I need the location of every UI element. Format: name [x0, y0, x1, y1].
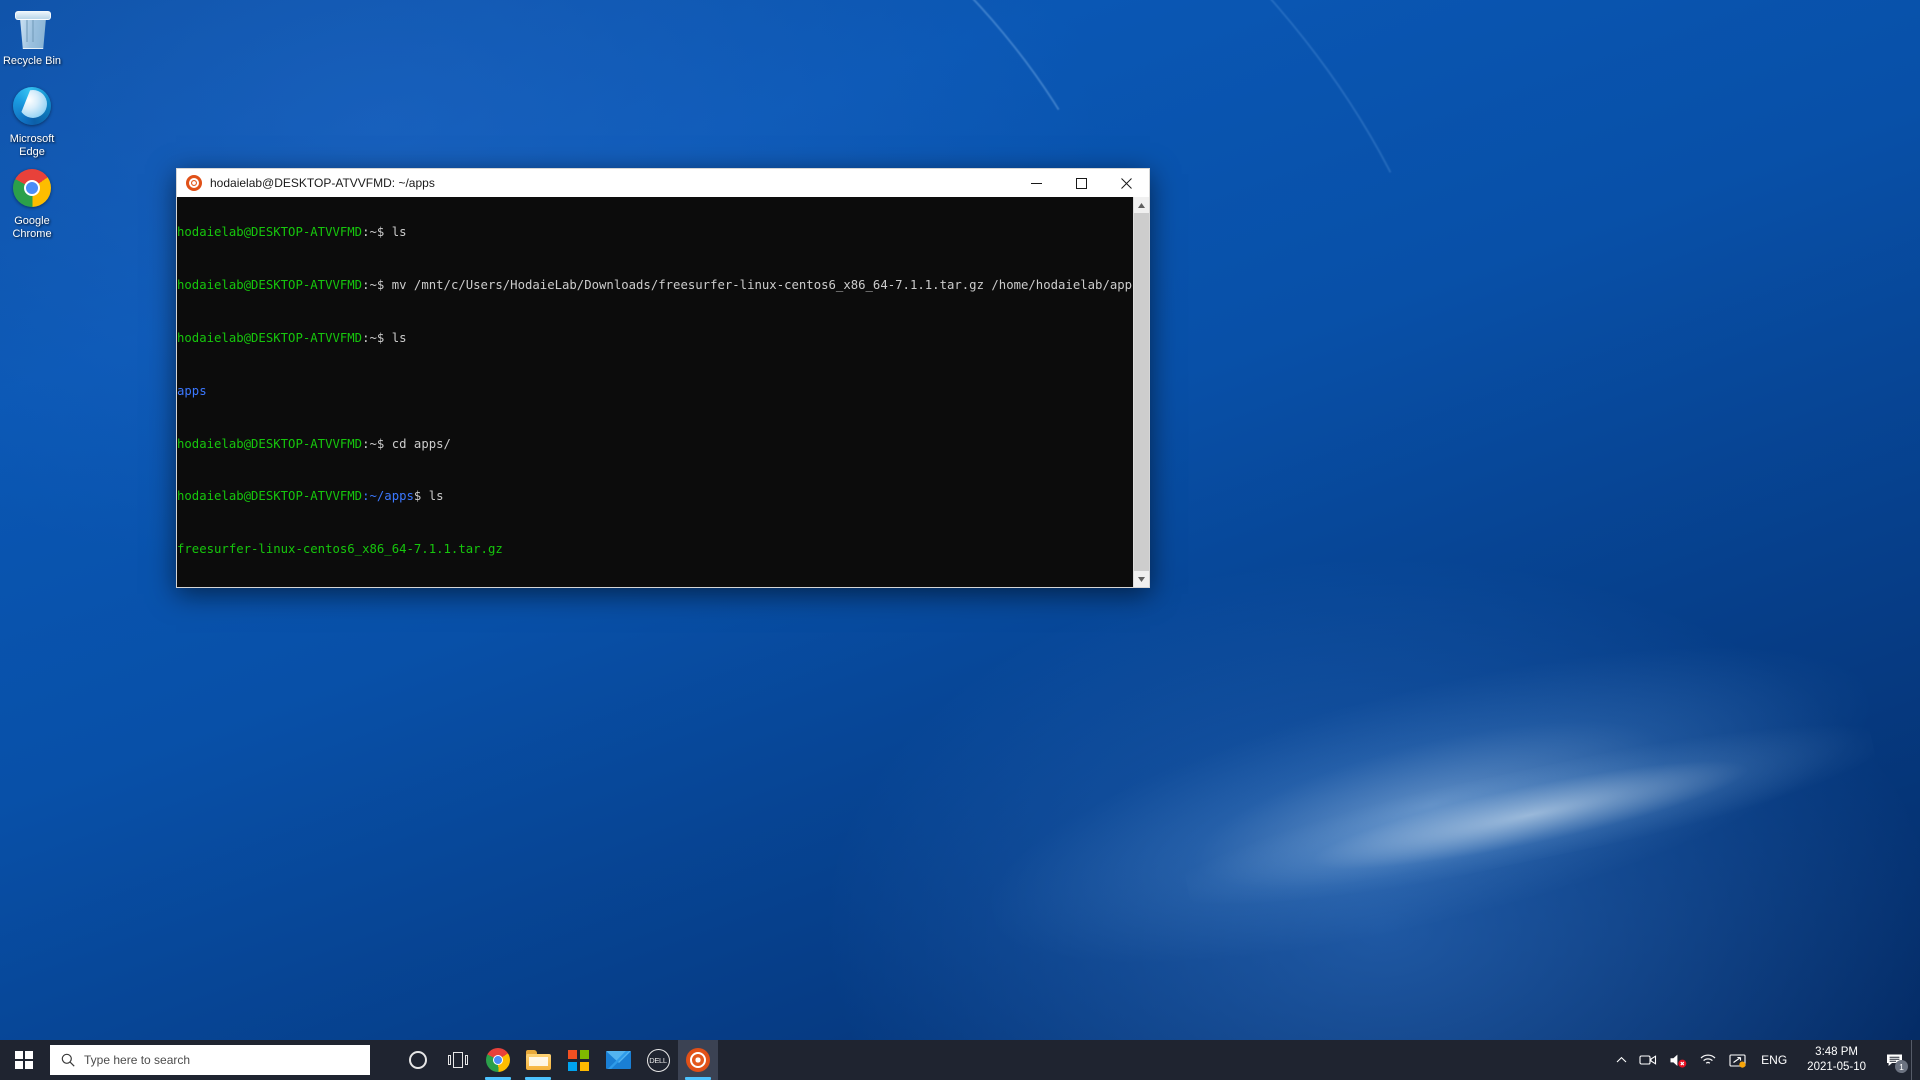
show-desktop-button[interactable]	[1911, 1040, 1920, 1080]
search-icon	[61, 1053, 75, 1067]
google-chrome-icon	[486, 1048, 510, 1072]
scrollbar-thumb[interactable]	[1134, 213, 1149, 571]
desktop-icon-label: Recycle Bin	[2, 55, 62, 67]
desktop-icon-microsoft-edge[interactable]: Microsoft Edge	[0, 84, 70, 159]
taskbar-apps: DELL	[398, 1040, 718, 1080]
scroll-down-button[interactable]	[1134, 571, 1149, 587]
taskbar-item-mail[interactable]	[598, 1040, 638, 1080]
terminal-prompt-sigil: $	[376, 436, 392, 451]
terminal-output-archive: freesurfer-linux-centos6_x86_64-7.1.1.ta…	[177, 542, 503, 557]
terminal-prompt-user: hodaielab@DESKTOP-ATVVFMD	[177, 225, 363, 240]
wifi-icon	[1700, 1054, 1716, 1064]
windows-logo-icon	[15, 1051, 33, 1069]
microsoft-edge-icon	[10, 84, 54, 128]
terminal-line: hodaielab@DESKTOP-ATVVFMD:~$ mv /mnt/c/U…	[177, 279, 1133, 292]
terminal-prompt-sigil: $	[376, 278, 392, 293]
terminal-body[interactable]: hodaielab@DESKTOP-ATVVFMD:~$ ls hodaiela…	[176, 197, 1150, 588]
terminal-prompt-path: :~	[362, 278, 377, 293]
terminal-line: freesurfer-linux-centos6_x86_64-7.1.1.ta…	[177, 543, 1133, 556]
clock-time: 3:48 PM	[1815, 1046, 1858, 1058]
recycle-bin-icon	[10, 6, 54, 50]
terminal-command: ls	[391, 225, 407, 240]
close-button[interactable]	[1104, 169, 1149, 198]
desktop-icon-label: Microsoft Edge	[9, 133, 55, 158]
terminal-prompt-path: :~/apps	[362, 489, 414, 504]
terminal-prompt-path: :~	[362, 331, 377, 346]
cortana-icon	[409, 1051, 427, 1069]
desktop-icon-label: Google Chrome	[12, 215, 52, 240]
terminal-prompt-path: :~	[362, 225, 377, 240]
scrollbar-track[interactable]	[1134, 213, 1149, 571]
taskbar: Type here to search DELL ENG 3:48 PM 202…	[0, 1040, 1920, 1080]
terminal-title: hodaielab@DESKTOP-ATVVFMD: ~/apps	[210, 176, 435, 190]
clock[interactable]: 3:48 PM 2021-05-10	[1796, 1045, 1877, 1075]
terminal-prompt-user: hodaielab@DESKTOP-ATVVFMD	[177, 331, 363, 346]
terminal-command: ls	[428, 489, 444, 504]
google-chrome-icon	[10, 166, 54, 210]
terminal-prompt-sigil: $	[376, 225, 392, 240]
desktop-icon-google-chrome[interactable]: Google Chrome	[0, 166, 70, 241]
terminal-line: hodaielab@DESKTOP-ATVVFMD:~/apps$ ls	[177, 490, 1133, 503]
search-input[interactable]: Type here to search	[50, 1045, 370, 1075]
desktop[interactable]: Recycle Bin Microsoft Edge Google Chrome…	[0, 0, 1920, 1080]
meet-now-button[interactable]	[1633, 1040, 1663, 1080]
file-explorer-icon	[525, 1050, 551, 1070]
terminal-output-directory: apps	[177, 383, 207, 398]
notification-badge: 1	[1895, 1060, 1908, 1073]
taskbar-item-microsoft-store[interactable]	[558, 1040, 598, 1080]
terminal-line: apps	[177, 383, 1133, 398]
terminal-prompt-sigil: $	[413, 489, 429, 504]
terminal-prompt-user: hodaielab@DESKTOP-ATVVFMD	[177, 278, 363, 293]
taskbar-item-dell[interactable]: DELL	[638, 1040, 678, 1080]
search-placeholder: Type here to search	[84, 1053, 191, 1067]
terminal-prompt-sigil: $	[376, 331, 392, 346]
terminal-window[interactable]: hodaielab@DESKTOP-ATVVFMD: ~/apps hodaie…	[176, 168, 1150, 588]
terminal-scrollbar[interactable]	[1133, 197, 1149, 587]
clock-date: 2021-05-10	[1807, 1061, 1866, 1073]
network-button[interactable]	[1693, 1040, 1723, 1080]
ubuntu-icon	[686, 1048, 710, 1072]
terminal-line: hodaielab@DESKTOP-ATVVFMD:~$ ls	[177, 331, 1133, 346]
dell-icon: DELL	[646, 1048, 670, 1072]
taskbar-item-cortana[interactable]	[398, 1040, 438, 1080]
system-tray: ENG 3:48 PM 2021-05-10 1	[1610, 1040, 1920, 1080]
language-indicator[interactable]: ENG	[1752, 1053, 1796, 1067]
taskbar-item-ubuntu-terminal[interactable]	[678, 1040, 718, 1080]
volume-button[interactable]	[1663, 1040, 1693, 1080]
start-button[interactable]	[0, 1040, 48, 1080]
desktop-icon-recycle-bin[interactable]: Recycle Bin	[0, 6, 70, 68]
terminal-prompt-user: hodaielab@DESKTOP-ATVVFMD	[177, 436, 363, 451]
terminal-title-bar[interactable]: hodaielab@DESKTOP-ATVVFMD: ~/apps	[176, 168, 1150, 197]
terminal-line: hodaielab@DESKTOP-ATVVFMD:~$ ls	[177, 226, 1133, 239]
volume-muted-icon	[1670, 1054, 1687, 1068]
terminal-command: mv /mnt/c/Users/HodaieLab/Downloads/free…	[391, 278, 1133, 293]
onedrive-icon	[1729, 1053, 1746, 1068]
wallpaper-glow	[965, 584, 1895, 1026]
terminal-command: ls	[391, 331, 407, 346]
onedrive-button[interactable]	[1723, 1040, 1752, 1080]
terminal-output[interactable]: hodaielab@DESKTOP-ATVVFMD:~$ ls hodaiela…	[177, 197, 1133, 587]
taskbar-item-task-view[interactable]	[438, 1040, 478, 1080]
terminal-line: hodaielab@DESKTOP-ATVVFMD:~$ cd apps/	[177, 436, 1133, 451]
terminal-prompt-path: :~	[362, 436, 377, 451]
terminal-prompt-user: hodaielab@DESKTOP-ATVVFMD	[177, 489, 363, 504]
meet-now-icon	[1639, 1055, 1657, 1065]
chevron-up-icon	[1616, 1056, 1627, 1063]
terminal-command: cd apps/	[391, 436, 451, 451]
wallpaper-glow	[1178, 698, 1882, 932]
window-controls	[1014, 169, 1149, 198]
task-view-icon	[448, 1052, 468, 1068]
notification-center-button[interactable]: 1	[1877, 1040, 1911, 1080]
minimize-button[interactable]	[1014, 169, 1059, 198]
ubuntu-icon	[186, 175, 202, 191]
maximize-button[interactable]	[1059, 169, 1104, 198]
mail-icon	[605, 1051, 631, 1069]
microsoft-store-icon	[567, 1049, 589, 1071]
show-hidden-icons-button[interactable]	[1610, 1040, 1633, 1080]
taskbar-item-google-chrome[interactable]	[478, 1040, 518, 1080]
scroll-up-button[interactable]	[1134, 197, 1149, 213]
taskbar-item-file-explorer[interactable]	[518, 1040, 558, 1080]
